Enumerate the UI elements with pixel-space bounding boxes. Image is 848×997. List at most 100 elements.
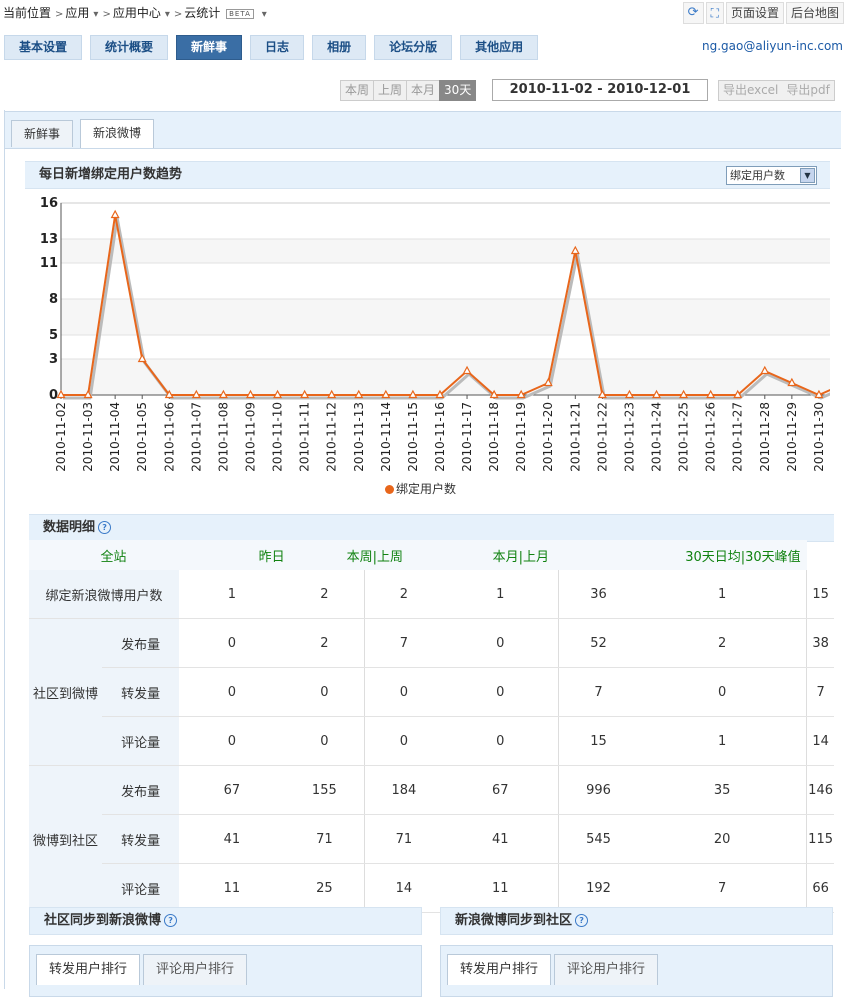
chevron-down-icon[interactable]: ▼ (800, 168, 815, 183)
col-month: 本月|上月 (442, 540, 639, 570)
chevron-right-icon: > (55, 9, 64, 20)
breadcrumb-app-center[interactable]: 应用中心 (113, 6, 161, 20)
table-cell: 0 (179, 716, 285, 766)
table-cell: 20 (638, 814, 807, 864)
table-row: 评论量 11 25 14 11 192 7 66 (29, 863, 834, 913)
x-tick-label: 2010-11-27 (731, 402, 745, 472)
table-cell: 11 (442, 863, 559, 913)
x-tick-label: 2010-11-28 (758, 402, 772, 472)
col-yesterday: 昨日 (179, 540, 285, 570)
nav-stats-overview[interactable]: 统计概要 (90, 35, 169, 60)
row-label: 转发量 (102, 814, 180, 864)
nav-logs[interactable]: 日志 (250, 35, 305, 60)
chevron-down-icon[interactable]: ▾ (93, 9, 98, 20)
table-cell: 0 (284, 716, 365, 766)
range-this-week[interactable]: 本周 (340, 80, 374, 101)
chevron-down-icon[interactable]: ▾ (262, 9, 267, 20)
table-cell: 67 (179, 765, 285, 815)
breadcrumb-cloud-stats[interactable]: 云统计 (184, 6, 220, 20)
trend-metric-select[interactable]: 绑定用户数 ▼ (726, 166, 817, 185)
table-cell: 14 (806, 716, 834, 766)
x-tick-label: 2010-11-11 (298, 402, 312, 472)
help-icon[interactable]: ? (98, 521, 112, 534)
table-cell: 1 (638, 570, 807, 619)
table-cell: 0 (364, 716, 443, 766)
table-cell: 1 (638, 716, 807, 766)
table-cell: 15 (806, 570, 834, 619)
x-tick-label: 2010-11-14 (379, 402, 393, 472)
y-tick-label: 13 (40, 232, 58, 247)
breadcrumb: 当前位置 > 应用 ▾ > 应用中心 ▾ > 云统计 BETA ▾ (3, 4, 269, 21)
x-tick-label: 2010-11-08 (216, 402, 230, 472)
x-tick-label: 2010-11-05 (135, 402, 149, 472)
admin-map-button[interactable]: 后台地图 (785, 2, 844, 24)
table-cell: 7 (638, 863, 807, 913)
table-cell: 41 (442, 814, 559, 864)
table-cell: 2 (284, 570, 365, 619)
table-cell: 155 (284, 765, 365, 815)
tab-forward-ranking[interactable]: 转发用户排行 (447, 954, 552, 985)
x-tick-label: 2010-11-13 (352, 402, 366, 472)
export-buttons: 导出excel 导出pdf (718, 80, 835, 101)
panel-community-to-weibo: 社区同步到新浪微博? 转发用户排行 评论用户排行 (29, 907, 422, 997)
y-tick-label: 16 (40, 196, 58, 211)
x-tick-label: 2010-11-02 (54, 402, 68, 472)
fullscreen-icon[interactable]: ⛶ (705, 2, 724, 24)
table-cell: 192 (557, 863, 639, 913)
x-tick-label: 2010-11-18 (487, 402, 501, 472)
row-label: 评论量 (102, 716, 180, 766)
chart-legend[interactable]: 绑定用户数 (385, 480, 456, 497)
breadcrumb-apps[interactable]: 应用 (65, 6, 89, 20)
tab-feed[interactable]: 新鲜事 (11, 120, 74, 147)
nav-feed[interactable]: 新鲜事 (176, 35, 243, 60)
panel-weibo-to-community: 新浪微博同步到社区? 转发用户排行 评论用户排行 (440, 907, 833, 997)
tab-comment-ranking[interactable]: 评论用户排行 (143, 954, 248, 985)
table-cell: 1 (179, 570, 285, 619)
nav-basic-settings[interactable]: 基本设置 (4, 35, 83, 60)
trend-header: 每日新增绑定用户数趋势 (25, 161, 830, 189)
row-label: 绑定新浪微博用户数 (29, 570, 180, 619)
range-last-week[interactable]: 上周 (373, 80, 407, 101)
row-label: 发布量 (102, 618, 180, 668)
range-30-days[interactable]: 30天 (439, 80, 477, 101)
chevron-down-icon[interactable]: ▾ (165, 9, 170, 20)
panel-title: 社区同步到新浪微博? (29, 907, 422, 935)
table-cell: 996 (557, 765, 639, 815)
table-cell: 25 (284, 863, 365, 913)
x-tick-label: 2010-11-24 (650, 402, 664, 472)
help-icon[interactable]: ? (164, 914, 178, 927)
page-settings-button[interactable]: 页面设置 (725, 2, 784, 24)
trend-title: 每日新增绑定用户数趋势 (39, 167, 183, 182)
legend-label: 绑定用户数 (396, 482, 457, 496)
nav-other-apps[interactable]: 其他应用 (460, 35, 539, 60)
export-pdf-button[interactable]: 导出pdf (782, 81, 833, 100)
export-excel-button[interactable]: 导出excel (719, 81, 782, 100)
range-this-month[interactable]: 本月 (406, 80, 440, 101)
tab-sina-weibo[interactable]: 新浪微博 (80, 119, 155, 148)
tab-forward-ranking[interactable]: 转发用户排行 (36, 954, 141, 985)
table-cell: 2 (638, 618, 807, 668)
x-tick-label: 2010-11-16 (433, 402, 447, 472)
table-cell: 52 (557, 618, 639, 668)
table-cell: 15 (557, 716, 639, 766)
table-row: 社区到微博 发布量 0 2 7 0 52 2 38 (29, 618, 834, 766)
table-cell: 0 (442, 618, 559, 668)
y-tick-label: 8 (49, 292, 58, 307)
beta-badge: BETA (226, 8, 254, 19)
table-cell: 67 (442, 765, 559, 815)
help-icon[interactable]: ? (575, 914, 589, 927)
x-tick-label: 2010-11-12 (325, 402, 339, 472)
user-email[interactable]: ng.gao@aliyun-inc.com (702, 39, 843, 53)
nav-forum-sections[interactable]: 论坛分版 (374, 35, 453, 60)
date-range-field[interactable]: 2010-11-02 - 2010-12-01 (492, 79, 708, 101)
trend-chart-svg: 0 3 5 8 11 13 16 2010-11-02 2010-11-03 2010-11-04… (40, 196, 848, 472)
tab-comment-ranking[interactable]: 评论用户排行 (554, 954, 659, 985)
refresh-icon[interactable]: ⟳ (682, 2, 704, 24)
nav-albums[interactable]: 相册 (312, 35, 367, 60)
table-row: 转发量 0 0 0 0 7 0 7 (29, 667, 834, 717)
x-tick-label: 2010-11-04 (108, 402, 122, 472)
y-tick-label: 11 (40, 256, 58, 271)
col-site: 全站 (29, 540, 180, 570)
x-tick-label: 2010-11-23 (622, 402, 636, 472)
panel-title: 新浪微博同步到社区? (440, 907, 833, 935)
